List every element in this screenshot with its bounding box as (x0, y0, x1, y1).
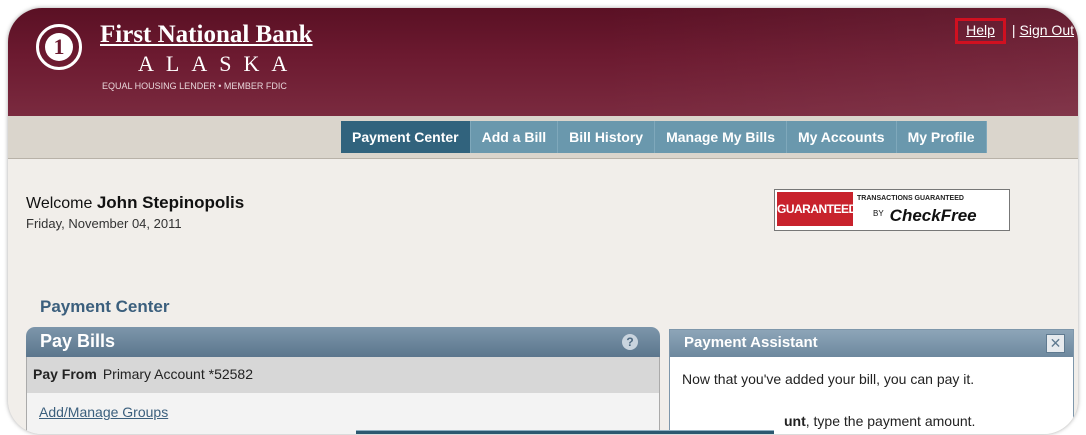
payment-assistant-title: Payment Assistant (684, 334, 818, 351)
bank-name-link[interactable]: First National Bank (100, 21, 313, 49)
bank-state: ALASKA (138, 51, 300, 76)
close-icon[interactable]: ✕ (1046, 334, 1065, 353)
pay-bills-header: Pay Bills ? (26, 327, 660, 357)
pay-bills-panel: Pay Bills ? Pay From Primary Account *525… (26, 327, 660, 434)
add-manage-groups-link[interactable]: Add/Manage Groups (39, 404, 168, 420)
checkfree-brand: BY CheckFree (873, 206, 977, 226)
tab-payment-center[interactable]: Payment Center (341, 121, 471, 153)
overlay-dialog[interactable] (356, 430, 774, 434)
payment-assistant-panel: Payment Assistant ✕ Now that you've adde… (669, 329, 1074, 434)
app-window: 1 First National Bank ALASKA EQUAL HOUSI… (8, 8, 1078, 434)
bank-tagline: EQUAL HOUSING LENDER • MEMBER FDIC (102, 81, 287, 91)
pay-bills-title: Pay Bills (40, 331, 116, 351)
tab-my-profile[interactable]: My Profile (896, 121, 987, 153)
tab-my-accounts[interactable]: My Accounts (786, 121, 897, 153)
current-date: Friday, November 04, 2011 (26, 216, 182, 231)
assistant-instruction: unt, type the payment amount. (784, 413, 975, 429)
nav-tabs: Payment Center Add a Bill Bill History M… (341, 121, 987, 153)
link-separator: | (1011, 22, 1016, 38)
sign-out-link[interactable]: Sign Out (1020, 22, 1074, 38)
tab-manage-my-bills[interactable]: Manage My Bills (655, 121, 787, 153)
assistant-instruction-rest: , type the payment amount. (805, 413, 976, 429)
pay-from-row: Pay From Primary Account *52582 (26, 357, 660, 393)
assistant-instruction-bold: unt (784, 413, 806, 429)
welcome-message: Welcome John Stepinopolis (26, 193, 244, 213)
main-content: Welcome John Stepinopolis Friday, Novemb… (8, 159, 1078, 434)
help-highlight: Help (955, 18, 1006, 44)
checkfree-guarantee-badge[interactable]: GUARANTEED TRANSACTIONS GUARANTEED BY Che… (774, 189, 1010, 231)
checkfree-logo: CheckFree (889, 206, 977, 225)
guaranteed-seal-icon: GUARANTEED (777, 192, 857, 226)
help-link[interactable]: Help (966, 22, 995, 38)
assistant-message: Now that you've added your bill, you can… (682, 371, 975, 387)
groups-row: Add/Manage Groups (26, 393, 660, 434)
guarantee-by: BY (873, 209, 884, 218)
page-title: Payment Center (40, 297, 170, 316)
guarantee-text: TRANSACTIONS GUARANTEED (857, 195, 964, 202)
tab-add-a-bill[interactable]: Add a Bill (470, 121, 559, 153)
main-nav: Payment Center Add a Bill Bill History M… (8, 116, 1078, 159)
site-header: 1 First National Bank ALASKA EQUAL HOUSI… (8, 8, 1078, 116)
logo-numeral: 1 (45, 33, 73, 61)
help-icon[interactable]: ? (622, 334, 638, 350)
user-name: John Stepinopolis (96, 193, 245, 212)
pay-from-account: Primary Account *52582 (102, 366, 254, 382)
pay-from-label: Pay From (33, 366, 97, 382)
tab-bill-history[interactable]: Bill History (558, 121, 656, 153)
welcome-prefix: Welcome (26, 195, 93, 212)
top-links: Help | Sign Out (955, 18, 1074, 44)
payment-assistant-header: Payment Assistant ✕ (670, 330, 1073, 357)
bank-logo-icon[interactable]: 1 (36, 24, 82, 70)
